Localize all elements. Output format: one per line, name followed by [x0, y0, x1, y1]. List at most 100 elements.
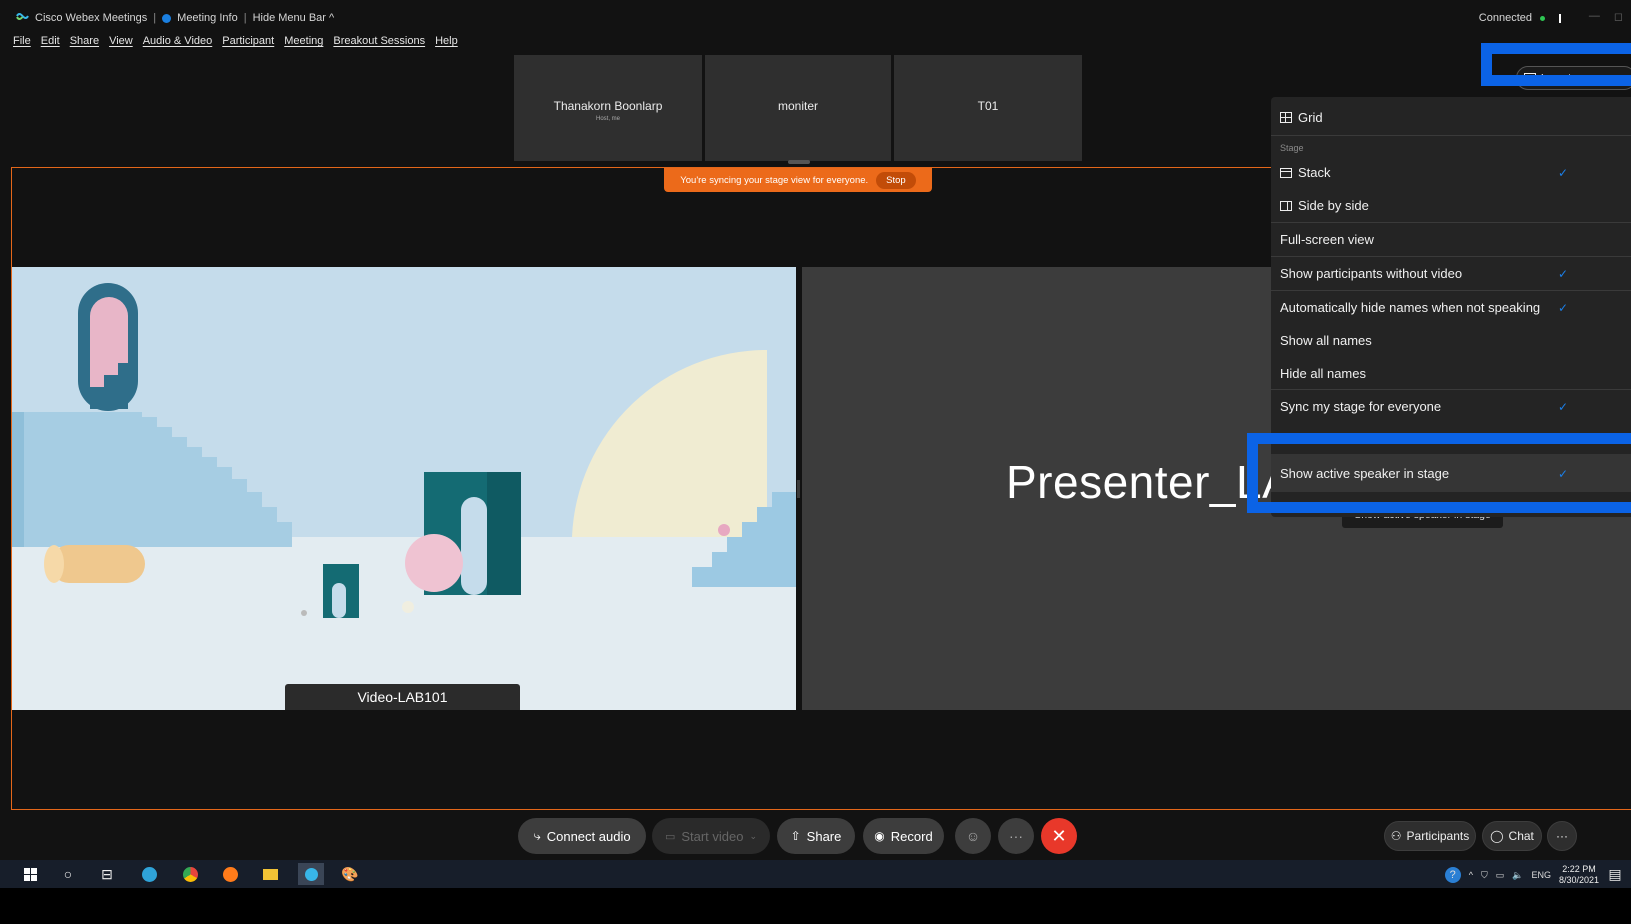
layout-button-highlight: [1481, 43, 1631, 86]
menu-item-fullscreen[interactable]: Full-screen view: [1280, 232, 1374, 247]
menu-item-stack[interactable]: Stack ✓: [1280, 165, 1568, 180]
app-title: Cisco Webex Meetings: [35, 12, 148, 24]
minimize-icon[interactable]: —: [1589, 10, 1600, 23]
task-view-icon[interactable]: ⊟: [99, 866, 115, 882]
chevron-down-icon[interactable]: ⌄: [750, 831, 758, 842]
menu-item-show-all-names[interactable]: Show all names: [1280, 333, 1372, 348]
menu-item-sync-stage[interactable]: Sync my stage for everyone ✓: [1280, 399, 1568, 414]
ellipsis-icon: ···: [1009, 828, 1023, 844]
stack-icon: [1280, 167, 1292, 178]
chevron-up-icon[interactable]: ^: [1469, 870, 1473, 880]
leave-meeting-button[interactable]: ✕: [1041, 818, 1077, 854]
participant-name: Thanakorn Boonlarp: [553, 99, 663, 113]
participants-label: Participants: [1406, 829, 1470, 843]
notifications-icon[interactable]: ▤: [1607, 866, 1623, 882]
sync-banner-text: You're syncing your stage view for every…: [680, 174, 869, 186]
menu-item-grid[interactable]: Grid: [1280, 110, 1323, 125]
participants-panel-button[interactable]: ⚇ Participants: [1384, 821, 1476, 851]
participant-tile[interactable]: Thanakorn Boonlarp Host, me: [514, 55, 702, 161]
record-icon: ◉: [874, 829, 885, 843]
search-icon[interactable]: ○: [60, 866, 76, 882]
help-icon[interactable]: ?: [1444, 867, 1461, 883]
reactions-button[interactable]: ☺: [955, 818, 991, 854]
side-by-side-icon: [1280, 200, 1292, 211]
menu-item-show-without-video[interactable]: Show participants without video ✓: [1280, 266, 1568, 281]
hide-menu-bar-button[interactable]: Hide Menu Bar ^: [253, 12, 335, 24]
start-video-label: Start video: [681, 828, 744, 844]
video-scene-image: [12, 267, 796, 710]
stage-divider-handle[interactable]: [797, 480, 800, 498]
stop-sync-button[interactable]: Stop: [876, 171, 916, 189]
system-tray: ? ^ ⛉ ▭ 🔈 ENG 2:22 PM 8/30/2021: [1444, 864, 1599, 886]
video-name-label: Video-LAB101: [285, 684, 520, 710]
record-button[interactable]: ◉ Record: [863, 818, 944, 854]
connect-audio-label: Connect audio: [546, 828, 631, 844]
filmstrip-resize-handle[interactable]: [788, 160, 810, 164]
video-tile-lab101[interactable]: [12, 267, 796, 710]
participant-tile[interactable]: T01: [894, 55, 1082, 161]
menu-item-side-by-side[interactable]: Side by side: [1280, 198, 1369, 213]
menu-edit[interactable]: Edit: [41, 35, 60, 53]
menu-item-label: Full-screen view: [1280, 232, 1374, 247]
title-bar: Cisco Webex Meetings | Meeting Info | Hi…: [0, 0, 1631, 34]
signal-bar-icon: [1559, 13, 1561, 23]
clock-date: 8/30/2021: [1558, 875, 1599, 885]
emoji-icon: ☺: [965, 828, 981, 844]
participants-icon: ⚇: [1390, 829, 1402, 843]
menu-item-auto-hide-names[interactable]: Automatically hide names when not speaki…: [1280, 300, 1568, 315]
webex-window: Cisco Webex Meetings | Meeting Info | Hi…: [0, 0, 1631, 888]
menu-item-label: Sync my stage for everyone: [1280, 399, 1442, 414]
menu-participant[interactable]: Participant: [222, 35, 274, 53]
record-label: Record: [890, 828, 933, 844]
checkmark-icon: ✓: [1558, 266, 1569, 281]
screen-bottom-border: [0, 888, 1631, 924]
clock-time: 2:22 PM: [1562, 864, 1596, 874]
paint-icon[interactable]: 🎨: [341, 866, 358, 882]
menu-meeting[interactable]: Meeting: [284, 35, 323, 53]
more-panels-button[interactable]: ···: [1547, 821, 1577, 851]
share-label: Share: [806, 828, 842, 844]
chrome-icon[interactable]: [182, 866, 198, 882]
menu-item-label: Show all names: [1280, 333, 1372, 348]
checkmark-icon: ✓: [1558, 165, 1569, 180]
edge-icon[interactable]: [141, 866, 157, 882]
menu-view[interactable]: View: [109, 35, 133, 53]
menu-bar: File Edit Share View Audio & Video Parti…: [13, 35, 458, 53]
restore-icon[interactable]: ◻: [1614, 10, 1623, 23]
more-options-button[interactable]: ···: [998, 818, 1034, 854]
menu-item-label: Show participants without video: [1280, 266, 1463, 281]
network-icon[interactable]: ▭: [1496, 870, 1505, 881]
webex-taskbar-icon[interactable]: [298, 863, 324, 885]
connect-audio-button[interactable]: ⤷ Connect audio: [518, 818, 646, 854]
shield-icon[interactable]: ⛉: [1481, 870, 1488, 881]
language-indicator[interactable]: ENG: [1531, 870, 1551, 880]
menu-audio-video[interactable]: Audio & Video: [143, 35, 213, 53]
video-camera-icon: ▭: [664, 830, 676, 843]
share-button[interactable]: ⇧ Share: [777, 818, 855, 854]
menu-share[interactable]: Share: [70, 35, 99, 53]
menu-item-hide-all-names[interactable]: Hide all names: [1280, 366, 1366, 381]
meeting-info-button[interactable]: Meeting Info: [177, 12, 238, 24]
participant-name: moniter: [777, 99, 818, 113]
connection-status: Connected: [1478, 12, 1532, 24]
file-explorer-icon[interactable]: [262, 866, 278, 882]
clock[interactable]: 2:22 PM 8/30/2021: [1559, 864, 1599, 886]
menu-help[interactable]: Help: [435, 35, 458, 53]
chat-label: Chat: [1508, 829, 1534, 843]
ellipsis-icon: ···: [1556, 829, 1568, 843]
menu-item-label: Stack: [1298, 165, 1331, 180]
menu-item-label: Grid: [1298, 110, 1323, 125]
participant-name: T01: [977, 99, 999, 113]
windows-taskbar: ○ ⊟ 🎨 ? ^ ⛉ ▭ 🔈 ENG 2:22 PM 8/30/2021 ▤: [0, 860, 1631, 888]
stage-caption: Stage: [1280, 143, 1304, 153]
menu-breakout-sessions[interactable]: Breakout Sessions: [333, 35, 425, 53]
firefox-icon[interactable]: [222, 866, 238, 882]
start-icon[interactable]: [22, 866, 38, 882]
connected-dot-icon: [1540, 15, 1545, 21]
start-video-button[interactable]: ▭ Start video ⌄: [652, 818, 770, 854]
menu-file[interactable]: File: [13, 35, 31, 53]
meeting-controls: ⤷ Connect audio ▭ Start video ⌄ ⇧ Share …: [0, 815, 1631, 857]
volume-icon[interactable]: 🔈: [1512, 870, 1523, 881]
chat-panel-button[interactable]: ◯ Chat: [1482, 821, 1542, 851]
participant-tile[interactable]: moniter: [705, 55, 891, 161]
